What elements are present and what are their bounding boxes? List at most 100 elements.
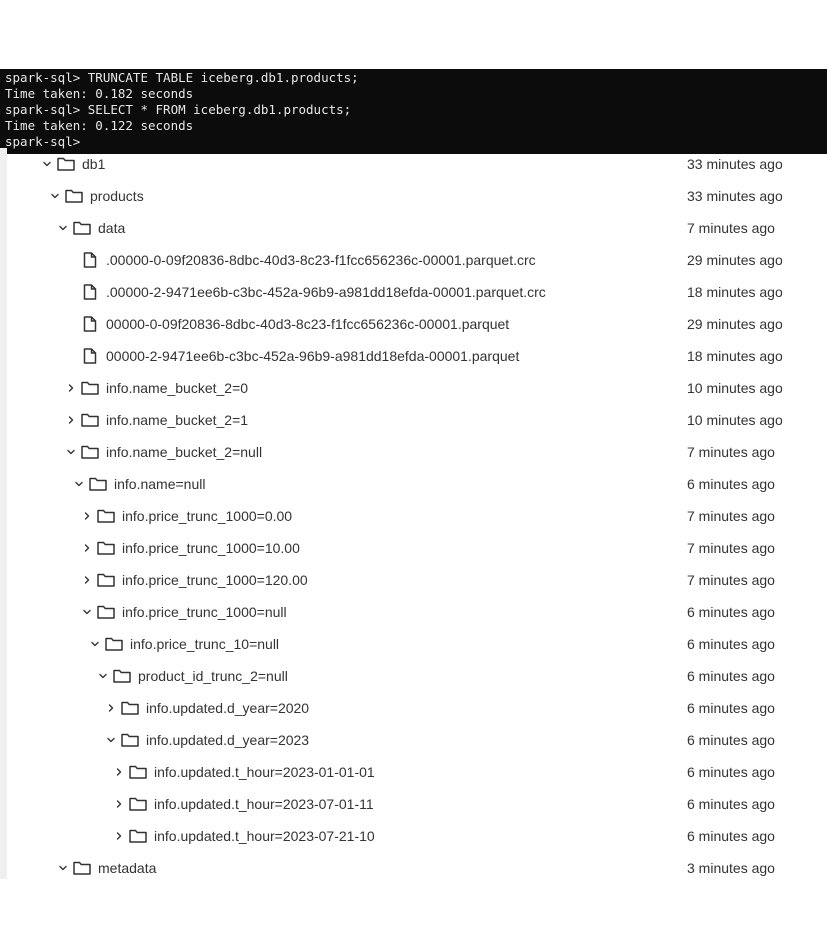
tree-folder-row[interactable]: products 33 minutes ago (7, 180, 827, 212)
tree-item-modified: 6 minutes ago (687, 668, 775, 684)
tree-item-modified: 6 minutes ago (687, 700, 775, 716)
tree-folder-row[interactable]: info.updated.d_year=2020 6 minutes ago (7, 692, 827, 724)
terminal-line: spark-sql> SELECT * FROM iceberg.db1.pro… (5, 102, 352, 117)
folder-icon (129, 828, 147, 844)
chevron-right-icon[interactable] (81, 572, 93, 588)
chevron-right-icon[interactable] (81, 508, 93, 524)
tree-item-name: info.name_bucket_2=0 (106, 380, 249, 396)
tree-folder-row[interactable]: data 7 minutes ago (7, 212, 827, 244)
tree-item-modified: 6 minutes ago (687, 636, 775, 652)
tree-item-modified: 29 minutes ago (687, 316, 783, 332)
tree-item-name: 00000-2-9471ee6b-c3bc-452a-96b9-a981dd18… (106, 348, 520, 364)
file-icon (81, 252, 99, 268)
tree-item-name: .00000-2-9471ee6b-c3bc-452a-96b9-a981dd1… (106, 284, 546, 300)
tree-folder-row[interactable]: info.name_bucket_2=0 10 minutes ago (7, 372, 827, 404)
chevron-right-icon[interactable] (113, 828, 125, 844)
tree-item-modified: 6 minutes ago (687, 604, 775, 620)
tree-folder-row[interactable]: info.price_trunc_1000=null 6 minutes ago (7, 596, 827, 628)
tree-item-name: .00000-0-09f20836-8dbc-40d3-8c23-f1fcc65… (106, 252, 536, 268)
tree-folder-row[interactable]: info.updated.d_year=2023 6 minutes ago (7, 724, 827, 756)
tree-item-name: info.price_trunc_10=null (130, 636, 280, 652)
tree-item-name: data (98, 220, 126, 236)
tree-folder-row[interactable]: metadata 3 minutes ago (7, 852, 827, 879)
tree-item-modified: 29 minutes ago (687, 252, 783, 268)
folder-icon (97, 540, 115, 556)
chevron-right-icon[interactable] (81, 540, 93, 556)
chevron-down-icon[interactable] (97, 668, 109, 684)
tree-item-modified: 7 minutes ago (687, 572, 775, 588)
tree-item-modified: 10 minutes ago (687, 412, 783, 428)
tree-gutter (0, 148, 7, 879)
tree-item-name: 00000-0-09f20836-8dbc-40d3-8c23-f1fcc656… (106, 316, 510, 332)
terminal-line: spark-sql> TRUNCATE TABLE iceberg.db1.pr… (5, 70, 359, 85)
chevron-right-icon[interactable] (113, 796, 125, 812)
folder-icon (57, 156, 75, 172)
folder-icon (113, 668, 131, 684)
terminal-line: Time taken: 0.182 seconds (5, 86, 194, 101)
tree-item-modified: 7 minutes ago (687, 444, 775, 460)
tree-folder-row[interactable]: product_id_trunc_2=null 6 minutes ago (7, 660, 827, 692)
tree-item-name: products (90, 188, 144, 204)
folder-icon (65, 188, 83, 204)
tree-item-name: info.name_bucket_2=1 (106, 412, 249, 428)
tree-item-modified: 6 minutes ago (687, 476, 775, 492)
tree-item-modified: 7 minutes ago (687, 220, 775, 236)
chevron-down-icon[interactable] (105, 732, 117, 748)
chevron-down-icon[interactable] (49, 188, 61, 204)
folder-icon (81, 380, 99, 396)
file-icon (81, 348, 99, 364)
tree-item-name: info.price_trunc_1000=0.00 (122, 508, 293, 524)
folder-icon (121, 700, 139, 716)
tree-file-row[interactable]: .00000-0-09f20836-8dbc-40d3-8c23-f1fcc65… (7, 244, 827, 276)
tree-item-name: product_id_trunc_2=null (138, 668, 288, 684)
tree-folder-row[interactable]: info.name_bucket_2=null 7 minutes ago (7, 436, 827, 468)
tree-folder-row[interactable]: info.updated.t_hour=2023-01-01-01 6 minut… (7, 756, 827, 788)
folder-icon (129, 764, 147, 780)
tree-folder-row[interactable]: info.price_trunc_10=null 6 minutes ago (7, 628, 827, 660)
folder-icon (81, 412, 99, 428)
chevron-right-icon[interactable] (105, 700, 117, 716)
tree-item-name: info.updated.d_year=2023 (146, 732, 310, 748)
tree-item-modified: 6 minutes ago (687, 828, 775, 844)
tree-item-name: info.price_trunc_1000=null (122, 604, 287, 620)
tree-folder-row[interactable]: db1 33 minutes ago (7, 148, 827, 180)
folder-icon (81, 444, 99, 460)
tree-file-row[interactable]: .00000-2-9471ee6b-c3bc-452a-96b9-a981dd1… (7, 276, 827, 308)
folder-icon (73, 860, 91, 876)
tree-folder-row[interactable]: info.name_bucket_2=1 10 minutes ago (7, 404, 827, 436)
folder-icon (129, 796, 147, 812)
folder-icon (89, 476, 107, 492)
tree-folder-row[interactable]: info.updated.t_hour=2023-07-01-11 6 minut… (7, 788, 827, 820)
chevron-down-icon[interactable] (57, 220, 69, 236)
tree-item-name: info.name_bucket_2=null (106, 444, 263, 460)
tree-folder-row[interactable]: info.name=null 6 minutes ago (7, 468, 827, 500)
chevron-down-icon[interactable] (73, 476, 85, 492)
folder-icon (97, 572, 115, 588)
tree-folder-row[interactable]: info.price_trunc_1000=0.00 7 minutes ago (7, 500, 827, 532)
chevron-right-icon[interactable] (65, 412, 77, 428)
tree-file-row[interactable]: 00000-0-09f20836-8dbc-40d3-8c23-f1fcc656… (7, 308, 827, 340)
tree-item-modified: 6 minutes ago (687, 764, 775, 780)
file-icon (81, 284, 99, 300)
chevron-down-icon[interactable] (89, 636, 101, 652)
tree-item-modified: 33 minutes ago (687, 156, 783, 172)
chevron-down-icon[interactable] (65, 444, 77, 460)
tree-item-modified: 7 minutes ago (687, 508, 775, 524)
tree-item-name: info.updated.t_hour=2023-07-01-11 (154, 796, 374, 812)
tree-folder-row[interactable]: info.updated.t_hour=2023-07-21-10 6 minut… (7, 820, 827, 852)
tree-folder-row[interactable]: info.price_trunc_1000=10.00 7 minutes ago (7, 532, 827, 564)
tree-item-name: info.price_trunc_1000=120.00 (122, 572, 308, 588)
chevron-right-icon[interactable] (65, 380, 77, 396)
folder-icon (97, 604, 115, 620)
chevron-down-icon[interactable] (57, 860, 69, 876)
tree-item-modified: 6 minutes ago (687, 796, 775, 812)
folder-icon (105, 636, 123, 652)
spark-sql-terminal[interactable]: spark-sql> TRUNCATE TABLE iceberg.db1.pr… (0, 69, 827, 154)
chevron-down-icon[interactable] (41, 156, 53, 172)
folder-icon (73, 220, 91, 236)
chevron-down-icon[interactable] (81, 604, 93, 620)
tree-item-modified: 18 minutes ago (687, 348, 783, 364)
tree-folder-row[interactable]: info.price_trunc_1000=120.00 7 minutes ag… (7, 564, 827, 596)
chevron-right-icon[interactable] (113, 764, 125, 780)
tree-file-row[interactable]: 00000-2-9471ee6b-c3bc-452a-96b9-a981dd18… (7, 340, 827, 372)
